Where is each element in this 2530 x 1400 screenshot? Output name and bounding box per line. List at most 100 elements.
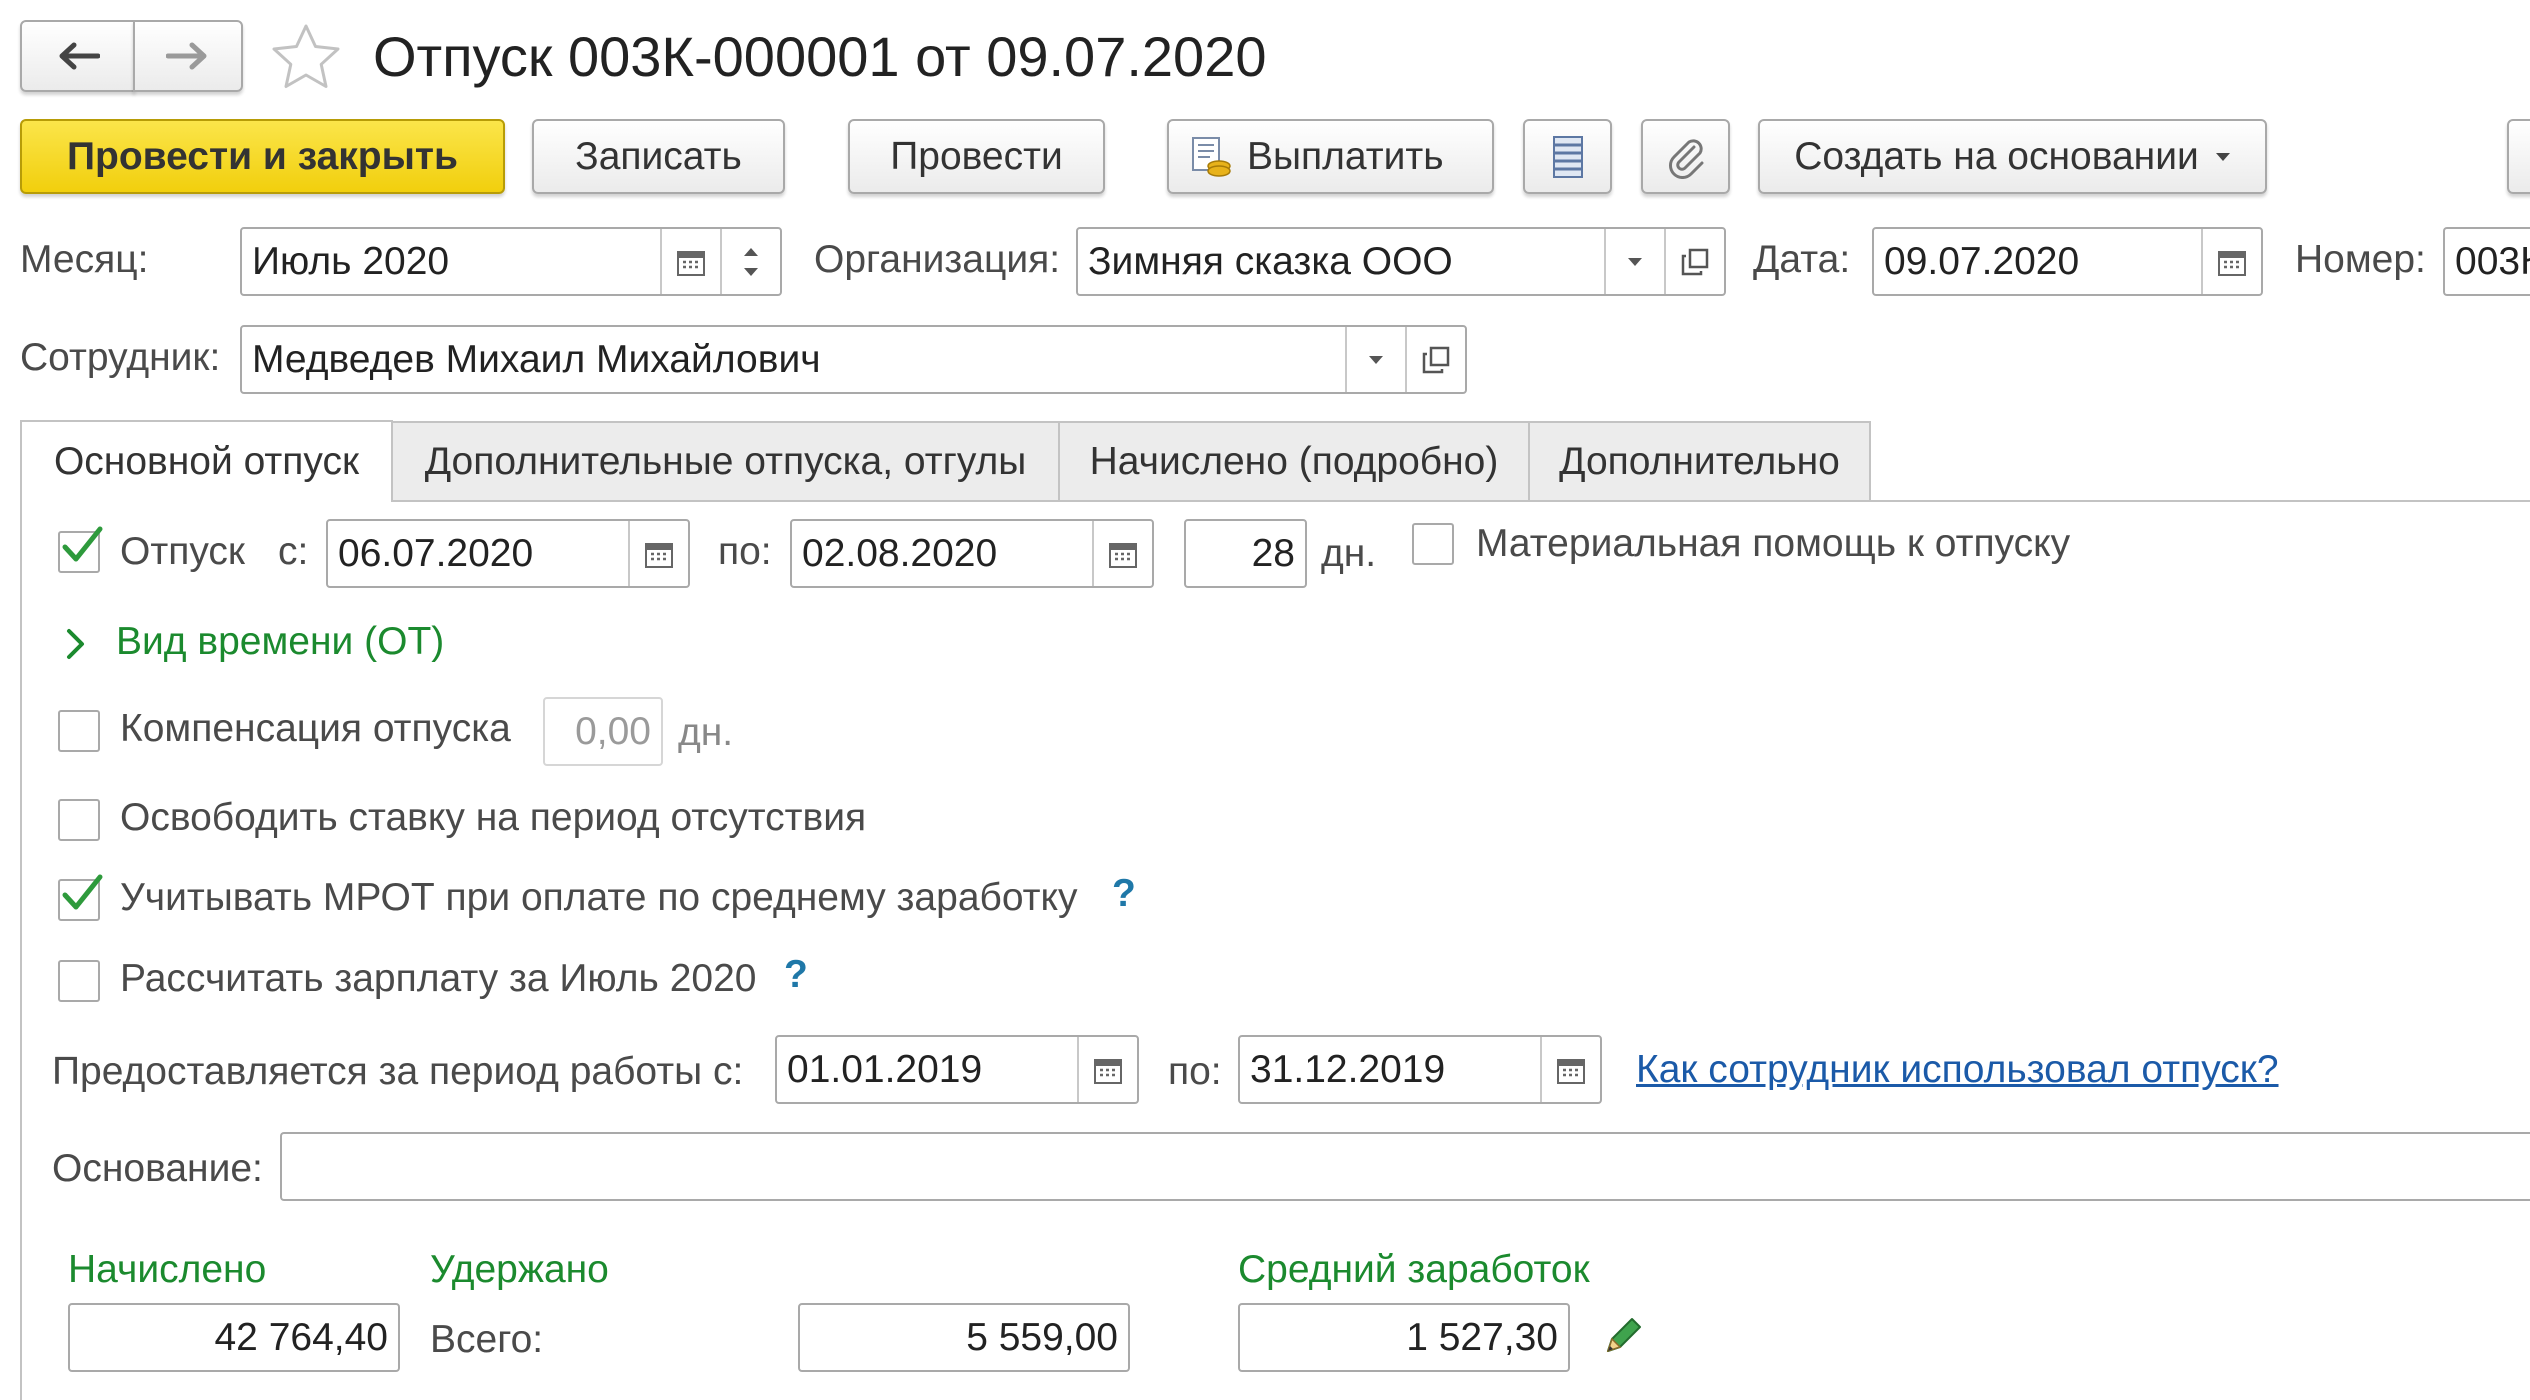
- number-value: 003К-000001: [2455, 239, 2530, 283]
- vacation-from-field[interactable]: 06.07.2020: [326, 519, 690, 588]
- employee-value: Медведев Михаил Михайлович: [252, 337, 821, 381]
- post-and-close-button[interactable]: Провести и закрыть: [20, 119, 505, 194]
- open-organization-icon[interactable]: [1666, 229, 1724, 294]
- create-based-on-button[interactable]: Создать на основании: [1758, 119, 2267, 194]
- paperclip-icon: [1666, 135, 1706, 179]
- accrued-value: 42 764,40: [214, 1315, 388, 1359]
- accrued-field: 42 764,40: [68, 1303, 400, 1372]
- attachments-button[interactable]: [1641, 119, 1730, 194]
- average-earnings-field: 1 527,30: [1238, 1303, 1570, 1372]
- compensation-checkbox[interactable]: [58, 710, 100, 752]
- organization-field[interactable]: Зимняя сказка ООО: [1076, 227, 1726, 296]
- favorite-star-icon[interactable]: [270, 22, 342, 92]
- month-spinner[interactable]: [722, 229, 780, 294]
- compensation-label: Компенсация отпуска: [120, 707, 511, 750]
- month-label: Месяц:: [20, 238, 149, 281]
- number-field[interactable]: 003К-000001: [2443, 227, 2530, 296]
- compensation-days-value: 0,00: [575, 709, 651, 753]
- average-earnings-label: Средний заработок: [1238, 1248, 1590, 1291]
- tab-additional-vacations[interactable]: Дополнительные отпуска, отгулы: [391, 421, 1060, 501]
- material-help-checkbox[interactable]: [1412, 523, 1454, 565]
- checkmark-icon: [62, 526, 103, 562]
- calendar-icon[interactable]: [662, 229, 720, 294]
- vacation-checkbox[interactable]: [58, 526, 103, 573]
- month-field[interactable]: Июль 2020: [240, 227, 782, 296]
- period-to-label: по:: [1168, 1050, 1222, 1093]
- list-icon: [1552, 135, 1584, 179]
- calendar-icon[interactable]: [2203, 229, 2261, 294]
- number-label: Номер:: [2295, 238, 2426, 281]
- pay-button[interactable]: Выплатить: [1167, 119, 1494, 194]
- list-button[interactable]: [1523, 119, 1612, 194]
- calendar-icon[interactable]: [1079, 1037, 1137, 1102]
- period-to-field[interactable]: 31.12.2019: [1238, 1035, 1602, 1104]
- calendar-icon[interactable]: [1094, 521, 1152, 586]
- period-to-value: 31.12.2019: [1250, 1047, 1446, 1091]
- period-label: Предоставляется за период работы с:: [52, 1050, 744, 1093]
- period-from-value: 01.01.2019: [787, 1047, 983, 1091]
- vacation-usage-link[interactable]: Как сотрудник использовал отпуск?: [1636, 1048, 2279, 1092]
- vacation-days-value: 28: [1251, 531, 1295, 575]
- average-earnings-value: 1 527,30: [1406, 1315, 1558, 1359]
- vacation-days-unit: дн.: [1321, 532, 1377, 575]
- calc-salary-help-icon[interactable]: ?: [784, 953, 808, 997]
- more-button[interactable]: [2507, 119, 2530, 194]
- date-label: Дата:: [1753, 238, 1851, 281]
- vacation-from-label: с:: [278, 530, 309, 573]
- pay-button-label: Выплатить: [1247, 134, 1444, 178]
- edit-pencil-icon[interactable]: [1600, 1313, 1646, 1359]
- dropdown-arrow-icon[interactable]: [1606, 229, 1664, 294]
- organization-label: Организация:: [814, 238, 1061, 281]
- calendar-icon[interactable]: [630, 521, 688, 586]
- vacation-days-field[interactable]: 28: [1184, 519, 1307, 588]
- vacation-to-value: 02.08.2020: [802, 531, 998, 575]
- mrot-label: Учитывать МРОТ при оплате по среднему за…: [120, 876, 1078, 919]
- time-type-toggle[interactable]: Вид времени (ОТ): [116, 620, 444, 664]
- free-rate-label: Освободить ставку на период отсутствия: [120, 796, 867, 839]
- back-button[interactable]: [20, 20, 135, 92]
- vacation-to-label: по:: [718, 530, 772, 573]
- page-title: Отпуск 003К-000001 от 09.07.2020: [373, 25, 1267, 88]
- vacation-to-field[interactable]: 02.08.2020: [790, 519, 1154, 588]
- mrot-checkbox[interactable]: [58, 874, 103, 921]
- pay-document-icon: [1189, 135, 1233, 179]
- forward-button[interactable]: [133, 20, 243, 92]
- chevron-right-icon[interactable]: [64, 627, 88, 661]
- spin-up-icon: [744, 247, 758, 256]
- compensation-days-field: 0,00: [543, 697, 663, 766]
- create-based-on-label: Создать на основании: [1794, 134, 2199, 178]
- accrued-label: Начислено: [68, 1248, 267, 1291]
- save-button[interactable]: Записать: [532, 119, 785, 194]
- basis-label: Основание:: [52, 1147, 263, 1190]
- post-button[interactable]: Провести: [848, 119, 1105, 194]
- mrot-help-icon[interactable]: ?: [1112, 872, 1136, 916]
- dropdown-arrow-icon[interactable]: [1347, 327, 1405, 392]
- organization-value: Зимняя сказка ООО: [1088, 239, 1453, 283]
- date-field[interactable]: 09.07.2020: [1872, 227, 2263, 296]
- month-value: Июль 2020: [252, 239, 450, 283]
- date-value: 09.07.2020: [1884, 239, 2080, 283]
- employee-label: Сотрудник:: [20, 336, 221, 379]
- free-rate-checkbox[interactable]: [58, 799, 100, 841]
- checkmark-icon: [62, 874, 103, 910]
- tab-additional[interactable]: Дополнительно: [1528, 421, 1871, 501]
- calendar-icon[interactable]: [1542, 1037, 1600, 1102]
- employee-field[interactable]: Медведев Михаил Михайлович: [240, 325, 1467, 394]
- withheld-value: 5 559,00: [966, 1315, 1118, 1359]
- calc-salary-label: Рассчитать зарплату за Июль 2020: [120, 957, 757, 1000]
- tab-accrued-details[interactable]: Начислено (подробно): [1058, 421, 1530, 501]
- open-employee-icon[interactable]: [1407, 327, 1465, 392]
- tab-main-vacation[interactable]: Основной отпуск: [20, 420, 393, 502]
- compensation-days-unit: дн.: [678, 711, 734, 754]
- vacation-label: Отпуск: [120, 530, 245, 573]
- material-help-label: Материальная помощь к отпуску: [1476, 522, 2071, 565]
- tab-divider: [1869, 500, 2530, 502]
- arrow-left-icon: [56, 41, 100, 71]
- basis-field[interactable]: [280, 1132, 2530, 1201]
- spin-down-icon: [744, 267, 758, 276]
- chevron-down-icon: [2215, 152, 2231, 162]
- withheld-label: Удержано: [430, 1248, 609, 1291]
- withheld-field: 5 559,00: [798, 1303, 1130, 1372]
- calc-salary-checkbox[interactable]: [58, 960, 100, 1002]
- period-from-field[interactable]: 01.01.2019: [775, 1035, 1139, 1104]
